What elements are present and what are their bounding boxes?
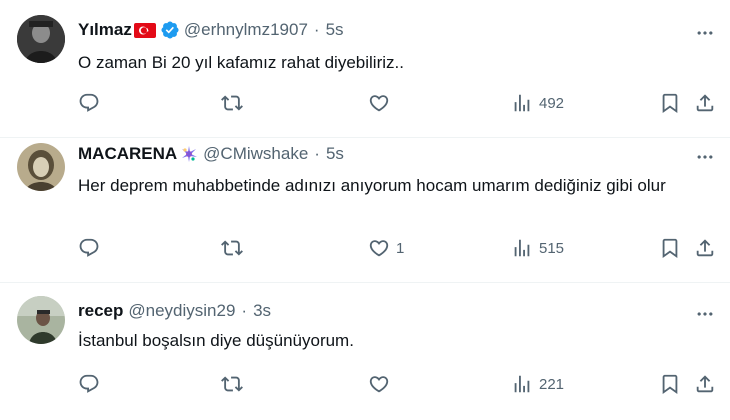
separator-dot: · [241,301,248,320]
tweet-text: O zaman Bi 20 yıl kafamız rahat diyebili… [78,53,404,72]
display-name[interactable]: recep [78,301,123,321]
tweet-text: İstanbul boşalsın diye düşünüyorum. [78,331,354,350]
separator-dot: · [314,144,320,163]
view-count: 492 [539,94,565,112]
like-icon [368,92,390,114]
share-icon [694,237,716,259]
handle[interactable]: @CMiwshake [203,144,308,164]
more-icon[interactable] [694,146,716,168]
share-icon [694,92,716,114]
retweet-button[interactable] [221,92,249,114]
reply-button[interactable] [78,237,106,259]
tweet-actions: 221 [78,373,716,397]
retweet-button[interactable] [221,373,249,395]
tweet-header: Yılmaz @erhnylmz1907 · 5s [78,20,344,40]
like-button[interactable] [368,373,396,395]
like-count: 1 [396,239,405,257]
avatar[interactable] [17,143,65,191]
reply-icon [78,92,100,114]
tweet-header: MACARENA @CMiwshake · 5s [78,144,344,164]
share-button[interactable] [694,373,716,395]
tweet-actions: 492 [78,92,716,116]
bookmark-icon [659,92,681,114]
like-icon [368,237,390,259]
avatar[interactable] [17,15,65,63]
view-count: 515 [539,239,565,257]
timestamp[interactable]: 3s [253,301,271,321]
more-icon[interactable] [694,303,716,325]
like-icon [368,373,390,395]
separator-dot: · [313,20,320,39]
like-button[interactable]: 1 [368,237,404,259]
display-name[interactable]: MACARENA [78,144,177,164]
handle[interactable]: @neydiysin29 [128,301,235,321]
views-button[interactable]: 515 [511,237,564,259]
views-button[interactable]: 221 [511,373,564,395]
view-count: 221 [539,375,565,393]
timestamp[interactable]: 5s [326,20,344,40]
retweet-icon [221,373,243,395]
like-button[interactable] [368,92,396,114]
turkey-flag-icon [133,22,156,38]
display-name[interactable]: Yılmaz [78,20,132,40]
bookmark-icon [659,237,681,259]
bookmark-button[interactable] [659,373,681,395]
avatar[interactable] [17,296,65,344]
bookmark-button[interactable] [659,237,681,259]
bookmark-icon [659,373,681,395]
verified-icon[interactable] [160,20,180,40]
views-icon [511,92,533,114]
retweet-button[interactable] [221,237,249,259]
pinata-emoji-icon [179,144,199,164]
reply-icon [78,237,100,259]
tweet[interactable]: recep @neydiysin29 · 3s İstanbul boşalsı… [0,283,730,420]
reply-icon [78,373,100,395]
share-icon [694,373,716,395]
more-icon[interactable] [694,22,716,44]
retweet-icon [221,237,243,259]
views-button[interactable]: 492 [511,92,564,114]
tweet-actions: 1 515 [78,237,716,261]
share-button[interactable] [694,237,716,259]
tweet[interactable]: MACARENA @CMiwshake · 5s Her deprem muha… [0,138,730,283]
share-button[interactable] [694,92,716,114]
tweet[interactable]: Yılmaz @erhnylmz1907 · 5s O zaman Bi 20 … [0,0,730,138]
handle[interactable]: @erhnylmz1907 [184,20,308,40]
tweet-header: recep @neydiysin29 · 3s [78,301,271,321]
reply-button[interactable] [78,373,106,395]
views-icon [511,237,533,259]
views-icon [511,373,533,395]
bookmark-button[interactable] [659,92,681,114]
tweet-text: Her deprem muhabbetinde adınızı anıyorum… [78,176,666,195]
reply-button[interactable] [78,92,106,114]
retweet-icon [221,92,243,114]
timestamp[interactable]: 5s [326,144,344,164]
